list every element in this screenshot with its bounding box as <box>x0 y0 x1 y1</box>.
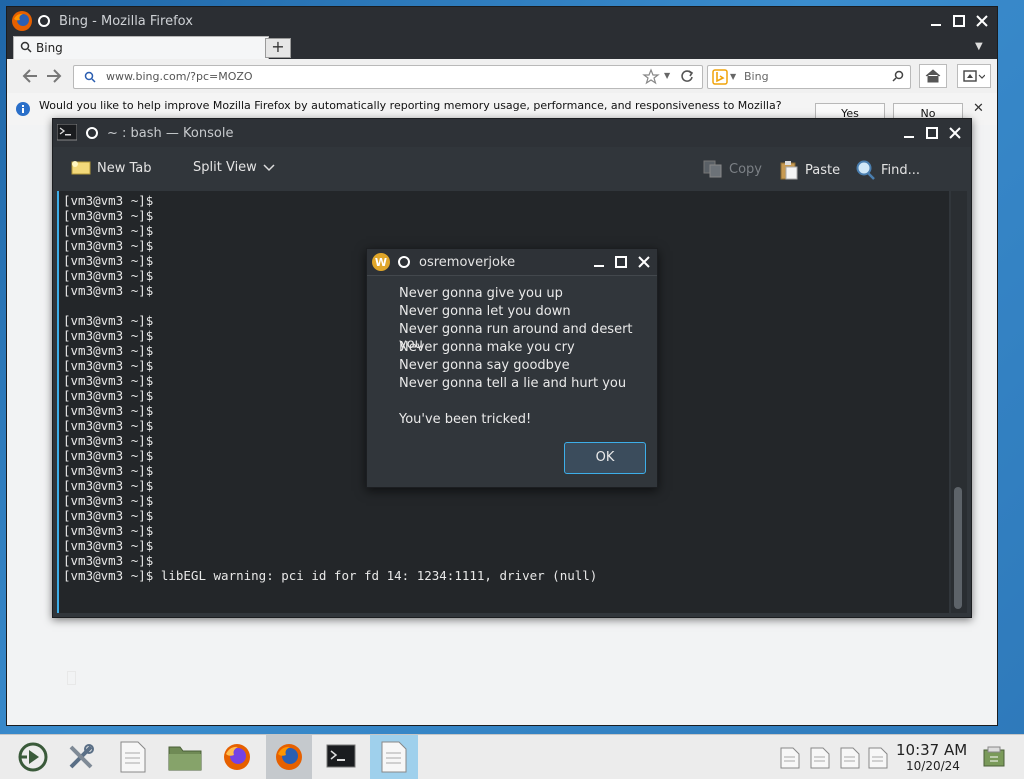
url-text[interactable]: www.bing.com/?pc=MOZO <box>106 70 253 83</box>
screenshot-icon[interactable] <box>957 64 991 88</box>
maximize-icon[interactable] <box>921 122 943 144</box>
maximize-icon[interactable] <box>948 10 970 32</box>
find-button[interactable]: Find... <box>855 160 920 180</box>
clock-date[interactable]: 10/20/24 <box>906 759 960 773</box>
terminal-line: [vm3@vm3 ~]$ <box>63 223 154 238</box>
tab-list-icon[interactable]: ▼ <box>975 41 983 52</box>
scrollbar-thumb[interactable] <box>954 487 962 609</box>
search-input[interactable]: Bing <box>744 70 769 83</box>
dialog-line: Never gonna tell a lie and hurt you <box>399 376 627 391</box>
tab-bar: Bing + ▼ <box>7 35 997 59</box>
tray-document-icon[interactable] <box>780 747 800 769</box>
dropdown-icon[interactable]: ▼ <box>664 71 670 80</box>
terminal-line: [vm3@vm3 ~]$ <box>63 523 154 538</box>
minimize-icon[interactable] <box>588 251 610 273</box>
home-icon[interactable] <box>919 64 947 88</box>
terminal-line: [vm3@vm3 ~]$ <box>63 508 154 523</box>
tab-bing[interactable]: Bing <box>13 36 269 59</box>
tab-label: Bing <box>36 41 63 55</box>
split-view-button[interactable]: Split View <box>193 160 275 175</box>
konsole-titlebar[interactable]: ~ : bash — Konsole <box>53 119 971 147</box>
back-icon[interactable] <box>17 64 43 88</box>
terminal-scrollbar[interactable] <box>951 191 967 613</box>
terminal-line: [vm3@vm3 ~]$ <box>63 538 154 553</box>
terminal-line: [vm3@vm3 ~]$ libEGL warning: pci id for … <box>63 568 598 583</box>
firefox-logo-icon <box>11 10 33 32</box>
app-launcher-icon[interactable] <box>10 735 56 779</box>
terminal-line: [vm3@vm3 ~]$ <box>63 193 154 208</box>
new-tab-icon <box>71 160 91 176</box>
terminal-line: [vm3@vm3 ~]$ <box>63 553 154 568</box>
dialog-line: Never gonna make you cry <box>399 340 575 355</box>
show-desktop-icon[interactable] <box>982 745 1006 769</box>
bookmark-star-icon[interactable] <box>642 68 660 86</box>
search-icon <box>84 71 96 83</box>
konsole-icon <box>57 124 77 142</box>
navigation-bar: www.bing.com/?pc=MOZO ▼ ▼ Bing <box>7 59 997 94</box>
window-title: ~ : bash — Konsole <box>107 126 234 141</box>
app-icon: W <box>371 252 391 272</box>
search-icon <box>20 41 32 53</box>
dialog-task-icon[interactable] <box>370 735 418 779</box>
search-engine-dropdown-icon[interactable]: ▼ <box>730 72 736 81</box>
settings-tools-icon[interactable] <box>58 735 104 779</box>
paste-label: Paste <box>805 162 841 178</box>
forward-icon[interactable] <box>41 64 67 88</box>
window-menu-icon[interactable] <box>81 122 103 144</box>
copy-button[interactable]: Copy <box>703 160 762 178</box>
close-notification-icon[interactable]: ✕ <box>973 101 984 116</box>
tray-document-icon[interactable] <box>810 747 830 769</box>
dialog-message: You've been tricked! <box>399 412 532 427</box>
window-menu-icon[interactable] <box>33 10 55 32</box>
reload-icon[interactable] <box>680 69 694 83</box>
clock-time[interactable]: 10:37 AM <box>896 741 967 759</box>
find-label: Find... <box>881 162 921 178</box>
paste-icon <box>779 160 799 180</box>
bing-icon <box>712 69 728 85</box>
chevron-down-icon <box>263 163 275 172</box>
dialog-line: Never gonna say goodbye <box>399 358 570 373</box>
terminal-line: [vm3@vm3 ~]$ <box>63 208 154 223</box>
terminal-line: [vm3@vm3 ~]$ <box>63 493 154 508</box>
dialog-title: osremoverjoke <box>419 255 516 270</box>
split-view-label: Split View <box>193 160 257 175</box>
maximize-icon[interactable] <box>610 251 632 273</box>
tray-document-icon[interactable] <box>868 747 888 769</box>
ok-button[interactable]: OK <box>564 442 646 474</box>
copy-label: Copy <box>729 161 762 177</box>
info-icon <box>15 101 31 117</box>
close-icon[interactable] <box>633 251 655 273</box>
konsole-toolbar: New Tab Split View Copy Paste Find... <box>53 147 971 191</box>
minimize-icon[interactable] <box>898 122 920 144</box>
new-tab-label: New Tab <box>97 160 152 176</box>
file-manager-icon[interactable] <box>162 735 208 779</box>
dialog-titlebar[interactable]: W osremoverjoke <box>367 249 657 276</box>
svg-text:W: W <box>375 256 387 269</box>
taskbar: 10:37 AM 10/20/24 <box>0 734 1024 779</box>
firefox-active-task[interactable] <box>266 735 312 779</box>
terminal-cursor <box>67 671 76 685</box>
message-dialog: W osremoverjoke Never gonna give you up … <box>366 248 658 488</box>
window-title: Bing - Mozilla Firefox <box>59 14 193 29</box>
window-menu-icon[interactable] <box>393 251 415 273</box>
notification-text: Would you like to help improve Mozilla F… <box>39 99 782 112</box>
search-bar[interactable]: ▼ Bing <box>707 65 911 89</box>
magnifier-icon <box>855 160 875 180</box>
search-icon[interactable] <box>892 70 904 82</box>
new-tab-button[interactable]: New Tab <box>71 160 152 176</box>
konsole-task-icon[interactable] <box>318 735 364 779</box>
dialog-line: Never gonna let you down <box>399 304 571 319</box>
paste-button[interactable]: Paste <box>779 160 840 180</box>
dialog-line: Never gonna give you up <box>399 286 563 301</box>
close-icon[interactable] <box>971 10 993 32</box>
text-editor-icon[interactable] <box>110 735 156 779</box>
tray-document-icon[interactable] <box>840 747 860 769</box>
firefox-taskbar-icon[interactable] <box>214 735 260 779</box>
firefox-titlebar[interactable]: Bing - Mozilla Firefox <box>7 7 997 35</box>
copy-icon <box>703 160 723 178</box>
url-bar[interactable]: www.bing.com/?pc=MOZO ▼ <box>73 65 703 89</box>
new-tab-button[interactable]: + <box>265 38 291 58</box>
close-icon[interactable] <box>944 122 966 144</box>
minimize-icon[interactable] <box>925 10 947 32</box>
